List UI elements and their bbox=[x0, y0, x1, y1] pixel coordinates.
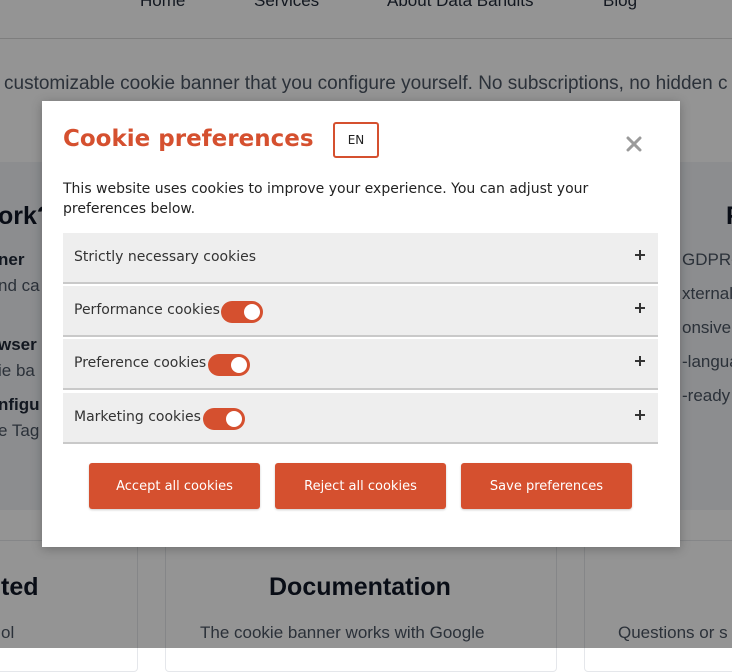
dialog-title: Cookie preferences bbox=[63, 126, 314, 152]
category-label: Strictly necessary cookies bbox=[74, 249, 257, 265]
close-button[interactable] bbox=[622, 132, 646, 156]
close-icon bbox=[626, 136, 642, 152]
preference-toggle[interactable] bbox=[208, 354, 250, 376]
toggle-knob bbox=[226, 411, 242, 427]
category-label: Preference cookies bbox=[74, 355, 207, 371]
dialog-description: This website uses cookies to improve you… bbox=[63, 181, 589, 217]
plus-icon[interactable] bbox=[634, 409, 646, 421]
toggle-knob bbox=[231, 357, 247, 373]
category-strictly-necessary[interactable]: Strictly necessary cookies bbox=[63, 233, 658, 284]
plus-icon[interactable] bbox=[634, 355, 646, 367]
marketing-toggle[interactable] bbox=[203, 408, 245, 430]
toggle-knob bbox=[244, 304, 260, 320]
language-selector[interactable]: EN bbox=[333, 122, 379, 158]
category-label: Marketing cookies bbox=[74, 409, 201, 425]
plus-icon[interactable] bbox=[634, 249, 646, 261]
plus-icon[interactable] bbox=[634, 302, 646, 314]
category-preference[interactable]: Preference cookies bbox=[63, 339, 658, 390]
performance-toggle[interactable] bbox=[221, 301, 263, 323]
save-preferences-button[interactable]: Save preferences bbox=[461, 463, 632, 509]
category-label: Performance cookies bbox=[74, 302, 220, 318]
accept-all-button[interactable]: Accept all cookies bbox=[89, 463, 260, 509]
cookie-preferences-dialog: Cookie preferences EN This website uses … bbox=[42, 101, 680, 547]
category-marketing[interactable]: Marketing cookies bbox=[63, 393, 658, 444]
reject-all-button[interactable]: Reject all cookies bbox=[275, 463, 446, 509]
category-performance[interactable]: Performance cookies bbox=[63, 286, 658, 337]
